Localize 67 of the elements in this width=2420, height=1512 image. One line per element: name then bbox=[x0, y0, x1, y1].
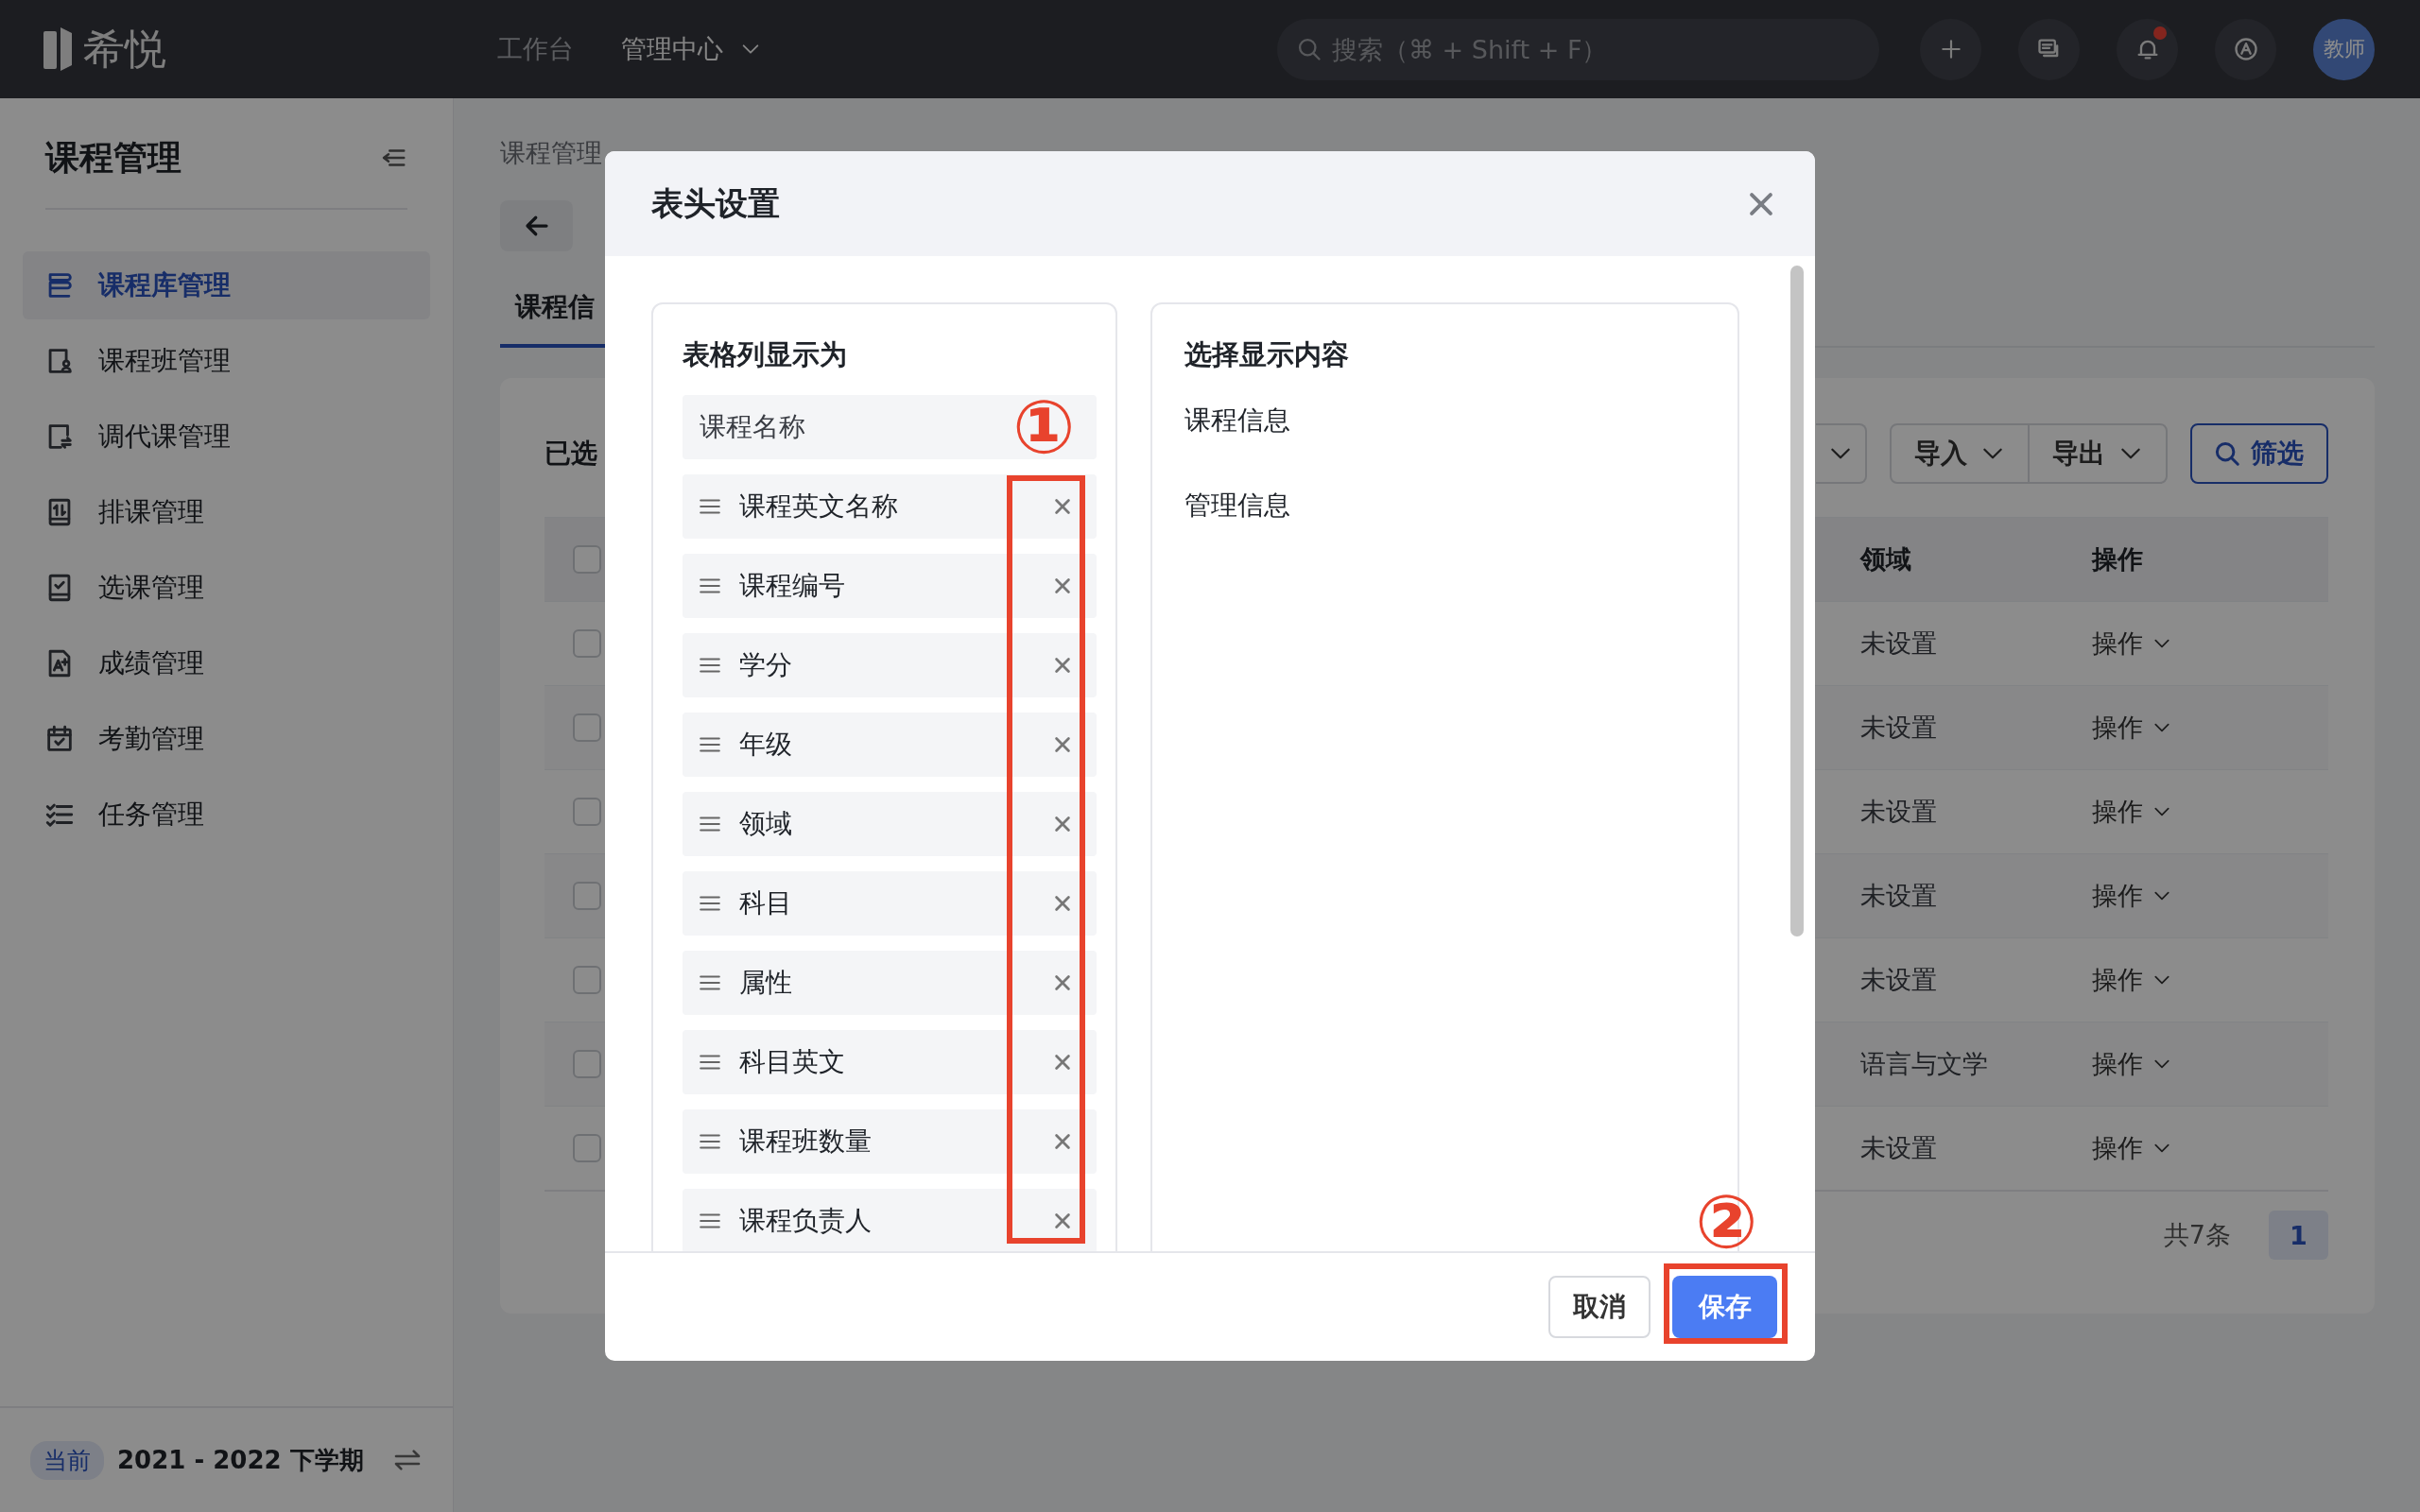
checkbox[interactable] bbox=[573, 798, 601, 826]
close-icon bbox=[1052, 814, 1073, 834]
table-cell: 未设置 bbox=[1860, 1133, 1937, 1162]
menu-item[interactable]: 考勤管理 bbox=[23, 705, 430, 773]
logo-text: 希悦 bbox=[83, 23, 166, 75]
current-badge: 当前 bbox=[30, 1440, 104, 1480]
close-icon bbox=[1052, 734, 1073, 755]
menu-item[interactable]: 调代课管理 bbox=[23, 403, 430, 471]
close-icon bbox=[1052, 1131, 1073, 1152]
menu-item[interactable]: 课程班管理 bbox=[23, 327, 430, 395]
menu-item[interactable]: 选课管理 bbox=[23, 554, 430, 622]
breadcrumb-link[interactable]: 课程管理 bbox=[500, 138, 602, 167]
table-cell: 语言与文学 bbox=[1860, 1049, 1988, 1078]
checkbox[interactable] bbox=[573, 713, 601, 742]
action-dropdown[interactable]: 操作 bbox=[2092, 879, 2171, 913]
action-dropdown[interactable]: 操作 bbox=[2092, 1047, 2171, 1081]
column-header: 领域 bbox=[1860, 543, 1912, 576]
table-cell: 未设置 bbox=[1860, 965, 1937, 994]
action-dropdown[interactable]: 操作 bbox=[2092, 963, 2171, 997]
panel-title: 选择显示内容 bbox=[1184, 337, 1350, 372]
selection-text: 已选 bbox=[544, 437, 597, 471]
search-icon bbox=[2213, 439, 2241, 468]
dropdown-button[interactable]: 导入 bbox=[1892, 425, 2028, 482]
panel-title: 表格列显示为 bbox=[683, 337, 848, 372]
dialog-title: 表头设置 bbox=[651, 182, 780, 224]
checkbox[interactable] bbox=[573, 545, 601, 574]
close-icon bbox=[1052, 1052, 1073, 1073]
table-cell: 未设置 bbox=[1860, 713, 1937, 742]
checkbox[interactable] bbox=[573, 1050, 601, 1078]
close-icon bbox=[1052, 496, 1073, 517]
action-dropdown[interactable]: 操作 bbox=[2092, 1131, 2171, 1165]
nav-item[interactable]: 管理中心 bbox=[621, 32, 761, 66]
checkbox[interactable] bbox=[573, 629, 601, 658]
close-icon bbox=[1052, 655, 1073, 676]
close-icon bbox=[1052, 893, 1073, 914]
action-dropdown[interactable]: 操作 bbox=[2092, 795, 2171, 829]
table-cell: 未设置 bbox=[1860, 797, 1937, 826]
filter-button[interactable]: 筛选 bbox=[2190, 423, 2328, 484]
action-dropdown[interactable]: 操作 bbox=[2092, 711, 2171, 745]
page-button[interactable]: 1 bbox=[2269, 1211, 2328, 1260]
cancel-button[interactable]: 取消 bbox=[1548, 1276, 1651, 1338]
close-icon bbox=[1052, 576, 1073, 596]
checkbox[interactable] bbox=[573, 966, 601, 994]
menu-item[interactable]: 成绩管理 bbox=[23, 629, 430, 697]
menu-item[interactable]: 任务管理 bbox=[23, 781, 430, 849]
step-number: ② bbox=[1693, 1184, 1758, 1260]
compass-icon bbox=[2232, 36, 2259, 62]
menu-item[interactable]: 课程库管理 bbox=[23, 251, 430, 319]
back-button[interactable] bbox=[500, 200, 573, 251]
table-cell: 未设置 bbox=[1860, 628, 1937, 658]
checkbox[interactable] bbox=[573, 1134, 601, 1162]
close-icon bbox=[1052, 972, 1073, 993]
table-cell: 未设置 bbox=[1860, 881, 1937, 910]
total-count: 共7条 bbox=[2163, 1219, 2231, 1251]
save-button[interactable]: 保存 bbox=[1672, 1276, 1777, 1338]
group-label[interactable]: 课程信息 bbox=[1184, 403, 1705, 461]
close-icon bbox=[1052, 1211, 1073, 1231]
scrollbar-thumb[interactable] bbox=[1790, 266, 1804, 936]
step-number: ① bbox=[1011, 389, 1076, 465]
menu-item[interactable]: 排课管理 bbox=[23, 478, 430, 546]
action-dropdown[interactable]: 操作 bbox=[2092, 627, 2171, 661]
column-header: 操作 bbox=[2092, 543, 2144, 576]
checkbox[interactable] bbox=[573, 882, 601, 910]
sidebar-title: 课程管理 bbox=[45, 136, 182, 179]
term-label: 2021 - 2022 下学期 bbox=[117, 1444, 365, 1476]
dropdown-button[interactable]: 导出 bbox=[2028, 425, 2166, 482]
group-label[interactable]: 管理信息 bbox=[1184, 488, 1705, 546]
